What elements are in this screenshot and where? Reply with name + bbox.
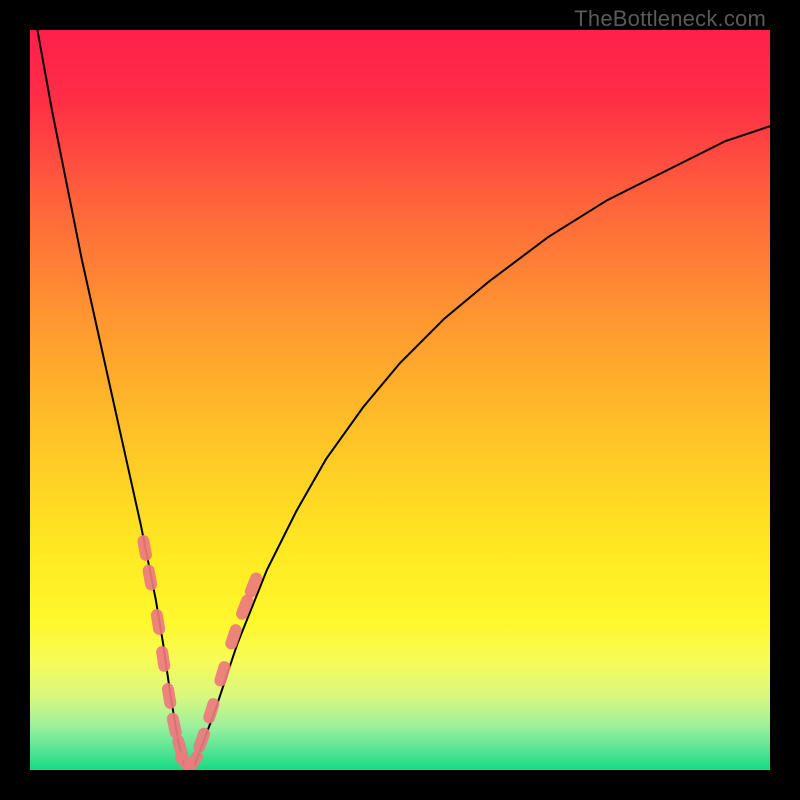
plot-frame (30, 30, 770, 770)
marker-capsule (213, 660, 232, 688)
marker-capsule (192, 726, 212, 755)
marker-capsule (155, 645, 171, 672)
marker-capsule (166, 712, 183, 740)
marker-capsule (142, 564, 158, 592)
curve-layer (30, 30, 770, 770)
marker-group (137, 534, 264, 770)
marker-capsule (150, 608, 166, 636)
marker-capsule (137, 534, 153, 562)
bottleneck-curve (37, 30, 770, 770)
watermark-text: TheBottleneck.com (574, 6, 766, 32)
marker-capsule (161, 682, 177, 710)
marker-capsule (202, 697, 221, 725)
